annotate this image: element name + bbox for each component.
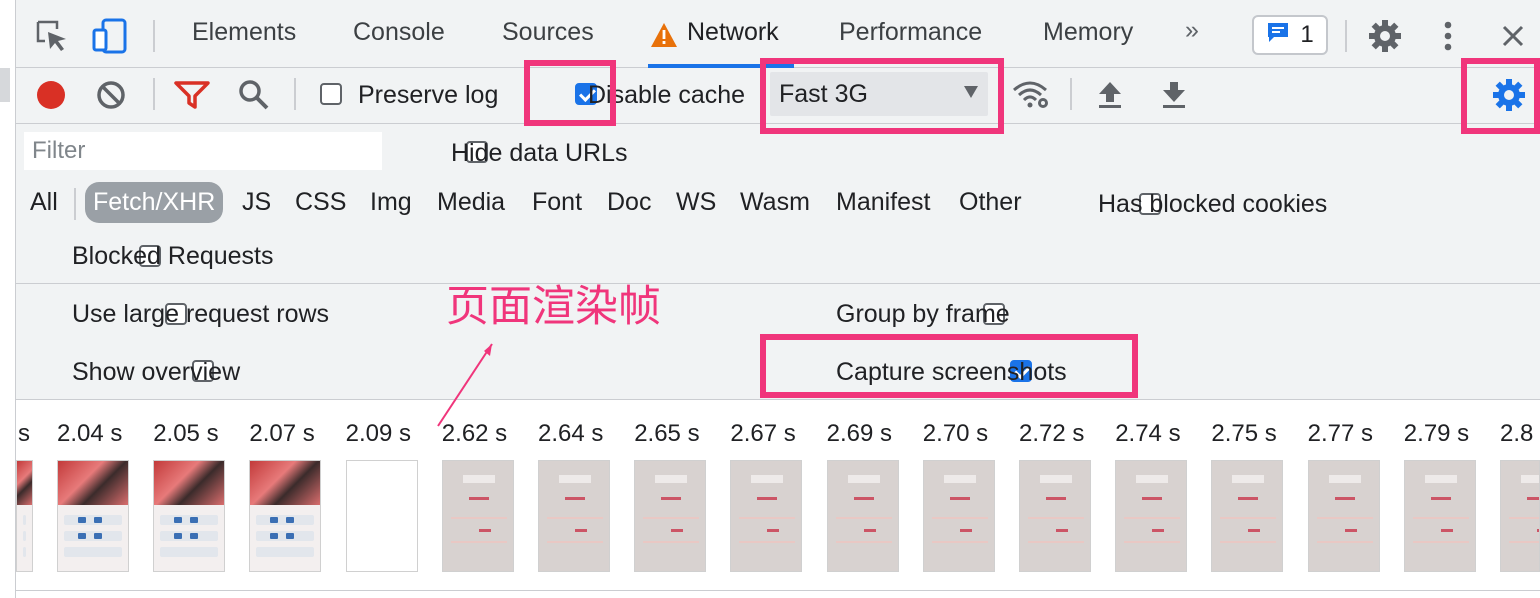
more-tabs-button[interactable]: »	[1185, 16, 1199, 45]
tab-network[interactable]: Network	[687, 18, 779, 47]
frame-timestamp: 2.65 s	[634, 420, 700, 447]
preserve-log-label: Preserve log	[358, 81, 499, 109]
settings-gear-icon[interactable]	[1365, 16, 1405, 56]
tab-memory[interactable]: Memory	[1043, 18, 1133, 47]
has-blocked-cookies-label: Has blocked cookies	[1098, 190, 1328, 218]
frame-timestamp: 2.8	[1500, 420, 1534, 447]
blocked-requests-label: Blocked Requests	[72, 242, 274, 270]
filter-input[interactable]	[24, 132, 382, 170]
type-filter-font[interactable]: Font	[532, 188, 582, 217]
group-by-frame-label: Group by frame	[836, 300, 1010, 328]
screenshot-frame[interactable]	[1403, 460, 1476, 572]
screenshot-frame[interactable]	[57, 460, 129, 572]
type-filter-fetch-xhr[interactable]: Fetch/XHR	[85, 182, 224, 223]
toolbar-separator	[153, 78, 155, 110]
screenshot-frame[interactable]	[1019, 460, 1091, 572]
more-options-icon[interactable]	[1428, 16, 1468, 56]
screenshot-frame[interactable]	[634, 460, 707, 572]
tab-bar-separator-2	[1345, 20, 1347, 52]
type-filter-all[interactable]: All	[30, 188, 58, 217]
render-frames-annotation: 页面渲染帧	[446, 282, 661, 332]
issues-count: 1	[1300, 21, 1314, 48]
screenshot-frame[interactable]	[441, 460, 514, 572]
clear-log-icon[interactable]	[96, 80, 126, 115]
type-filter-css[interactable]: CSS	[295, 188, 346, 217]
annotation-arrow	[437, 343, 493, 427]
frame-timestamp: 2.05 s	[153, 420, 219, 447]
hide-data-urls-label: Hide data URLs	[451, 139, 628, 167]
preserve-log-checkbox[interactable]	[320, 83, 342, 105]
show-overview-label: Show overview	[72, 358, 241, 386]
network-conditions-icon[interactable]	[1012, 80, 1052, 115]
search-icon[interactable]	[238, 79, 270, 116]
issues-chat-icon	[1266, 21, 1290, 50]
frame-timestamp: 2.72 s	[1019, 420, 1085, 447]
screenshot-frame[interactable]	[1211, 460, 1284, 572]
frame-timestamp: 2.69 s	[826, 420, 892, 447]
type-filter-media[interactable]: Media	[437, 188, 505, 217]
export-har-icon[interactable]	[1160, 80, 1188, 115]
dropdown-arrow-icon	[964, 86, 978, 98]
disable-cache-label: Disable cache	[588, 81, 746, 109]
frame-timestamp: 2.70 s	[922, 420, 989, 447]
capture-screenshots-label: Capture screenshots	[836, 358, 1067, 386]
toolbar-separator-3	[1070, 78, 1072, 110]
frame-timestamp: 2.79 s	[1403, 420, 1470, 447]
frame-timestamp: 2.77 s	[1307, 420, 1373, 447]
throttling-select[interactable]: Fast 3G	[770, 72, 988, 116]
screenshot-frame[interactable]	[538, 460, 610, 572]
screenshot-frame[interactable]	[153, 460, 226, 572]
import-har-icon[interactable]	[1096, 80, 1124, 115]
left-panel-edge	[0, 0, 16, 598]
close-devtools-icon[interactable]	[1493, 16, 1533, 56]
type-filter-separator	[74, 188, 76, 220]
tab-performance[interactable]: Performance	[839, 18, 982, 47]
type-filter-js[interactable]: JS	[242, 188, 271, 217]
screenshot-frame[interactable]	[1307, 460, 1380, 572]
network-settings-gear-icon[interactable]	[1492, 78, 1526, 117]
filter-funnel-icon[interactable]	[174, 80, 210, 115]
screenshot-frame[interactable]	[16, 460, 33, 572]
frame-timestamp: s	[18, 420, 30, 447]
type-filter-ws[interactable]: WS	[676, 188, 716, 217]
request-table-header	[16, 590, 1540, 598]
screenshot-frame[interactable]	[922, 460, 995, 572]
record-button-icon[interactable]	[36, 80, 66, 115]
toolbar-separator-2	[294, 78, 296, 110]
large-request-rows-label: Use large request rows	[72, 300, 330, 328]
frame-timestamp: 2.07 s	[249, 420, 315, 447]
screenshot-frame[interactable]	[730, 460, 803, 572]
screenshot-frame[interactable]	[345, 460, 418, 572]
screenshot-frame[interactable]	[1500, 460, 1540, 572]
issues-badge-button[interactable]: 1	[1252, 15, 1328, 55]
screenshot-frame[interactable]	[1115, 460, 1188, 572]
type-filter-wasm[interactable]: Wasm	[740, 188, 810, 217]
screenshot-frame[interactable]	[826, 460, 899, 572]
warning-icon	[650, 22, 678, 53]
tab-elements[interactable]: Elements	[192, 18, 296, 47]
frame-timestamp: 2.64 s	[538, 420, 604, 447]
frame-timestamp: 2.04 s	[57, 420, 123, 447]
frame-timestamp: 2.09 s	[345, 420, 411, 447]
screenshot-frame[interactable]	[249, 460, 322, 572]
type-filter-doc[interactable]: Doc	[607, 188, 651, 217]
tab-sources[interactable]: Sources	[502, 18, 594, 47]
type-filter-img[interactable]: Img	[370, 188, 412, 217]
tab-console[interactable]: Console	[353, 18, 445, 47]
type-filter-other[interactable]: Other	[959, 188, 1022, 217]
tab-bar-separator	[153, 20, 155, 52]
type-filter-manifest[interactable]: Manifest	[836, 188, 930, 217]
throttling-value: Fast 3G	[779, 80, 868, 108]
device-toolbar-icon[interactable]	[90, 16, 130, 56]
panel-edge-marker	[0, 68, 10, 102]
inspect-element-icon[interactable]	[32, 16, 72, 56]
frame-timestamp: 2.74 s	[1115, 420, 1181, 447]
frame-timestamp: 2.67 s	[730, 420, 796, 447]
frame-timestamp: 2.75 s	[1211, 420, 1277, 447]
